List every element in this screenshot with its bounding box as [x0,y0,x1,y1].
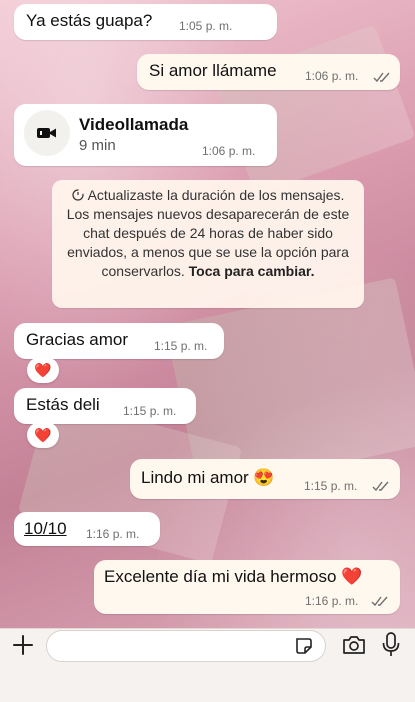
message-time: 1:16 p. m. [86,527,140,541]
camera-button[interactable] [338,630,370,660]
video-camera-icon [37,128,56,138]
message-time: 1:05 p. m. [179,19,233,33]
message-time: 1:15 p. m. [123,404,177,418]
read-ticks-icon [372,481,389,492]
disappearing-messages-notice[interactable]: Actualizaste la duración de los mensajes… [52,180,364,308]
reaction-badge[interactable]: ❤️ [27,422,59,448]
sticker-button[interactable] [290,632,318,660]
message-time: 1:15 p. m. [304,479,358,493]
video-call-duration: 9 min [79,137,116,154]
camera-icon [343,636,365,654]
message-bubble-outgoing[interactable]: Excelente día mi vida hermoso ❤️ 1:16 p.… [94,560,400,614]
message-bubble-outgoing[interactable]: Si amor llámame 1:06 p. m. [137,54,400,90]
notice-action-link[interactable]: Toca para cambiar. [189,263,315,279]
message-text: Excelente día mi vida hermoso ❤️ [104,567,363,586]
sticker-icon [296,638,312,654]
message-text: 10/10 [24,519,67,538]
plus-icon [13,635,33,655]
message-text: Si amor llámame [149,61,277,80]
message-time: 1:15 p. m. [154,339,208,353]
heart-reaction: ❤️ [34,426,52,443]
message-bubble-incoming[interactable]: Estás deli 1:15 p. m. [14,388,196,424]
read-ticks-icon [373,72,390,83]
chat-area[interactable]: Ya estás guapa? 1:05 p. m. Si amor lláma… [0,0,415,628]
message-text: Gracias amor [26,330,129,349]
message-text: Estás deli [26,395,100,414]
message-bubble-incoming[interactable]: 10/10 1:16 p. m. [14,512,160,546]
heart-reaction: ❤️ [34,361,52,378]
timer-icon [71,189,84,201]
read-ticks-icon [371,596,388,607]
message-text: Lindo mi amor 😍 [141,468,275,487]
message-time: 1:06 p. m. [305,69,359,83]
microphone-icon [382,632,400,656]
attach-button[interactable] [8,630,38,660]
message-bubble-outgoing[interactable]: Lindo mi amor 😍 1:15 p. m. [130,459,400,499]
video-call-title: Videollamada [79,115,189,134]
voice-message-button[interactable] [376,628,406,662]
message-bubble-incoming[interactable]: Ya estás guapa? 1:05 p. m. [14,4,277,40]
message-input[interactable] [46,630,326,662]
message-time: 1:16 p. m. [305,594,359,608]
video-call-icon-wrap [24,110,70,156]
reaction-badge[interactable]: ❤️ [27,357,59,383]
message-bubble-incoming[interactable]: Gracias amor 1:15 p. m. [14,323,224,359]
message-time: 1:06 p. m. [202,144,256,158]
message-text: Ya estás guapa? [26,11,153,30]
